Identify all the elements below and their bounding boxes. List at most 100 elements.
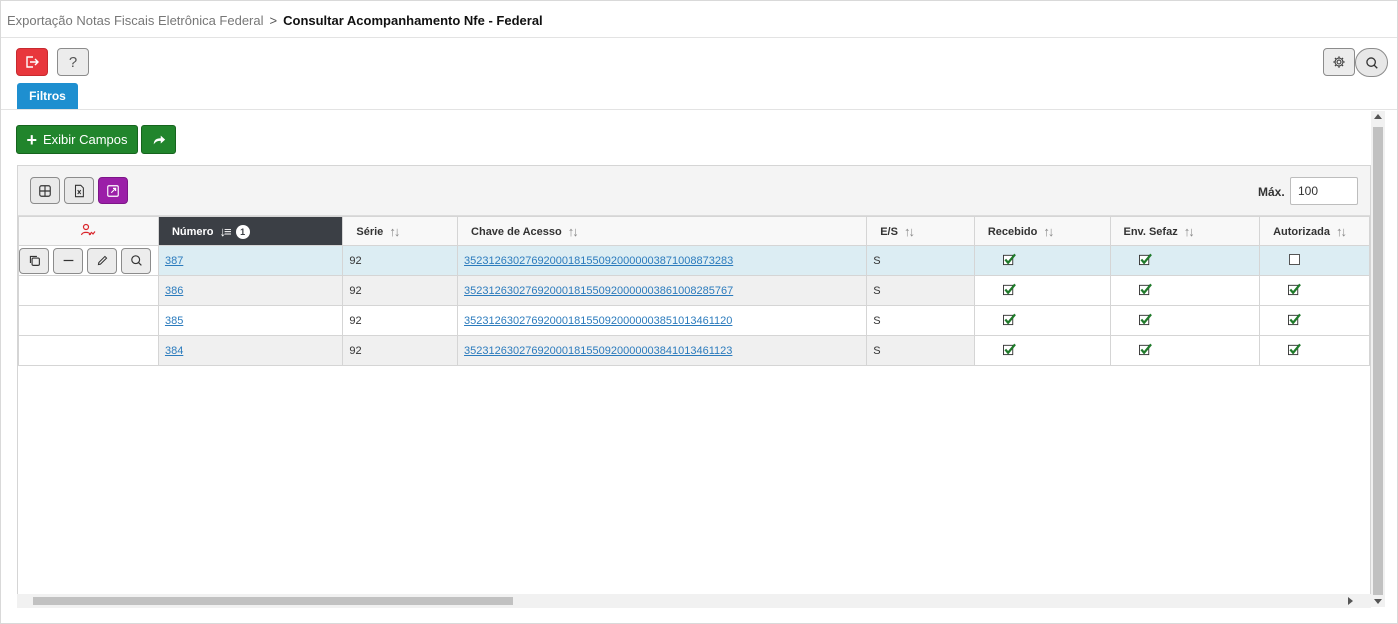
sort-order-badge: 1 bbox=[235, 224, 250, 239]
sort-icon: ↑↓ bbox=[567, 223, 579, 239]
cell-chave: 3523126302769200018155092000000387100887… bbox=[457, 245, 868, 276]
sort-desc-icon: ↓≡ bbox=[219, 223, 232, 239]
column-label: Recebido bbox=[987, 225, 1038, 238]
copy-button[interactable] bbox=[19, 247, 49, 274]
exibir-campos-button[interactable]: + Exibir Campos bbox=[16, 125, 138, 154]
cell-es: S bbox=[866, 275, 975, 306]
env-sefaz-checkbox[interactable] bbox=[1138, 253, 1152, 269]
expand-button[interactable] bbox=[98, 177, 128, 204]
app-frame: Exportação Notas Fiscais Eletrônica Fede… bbox=[0, 0, 1398, 624]
scroll-right-icon[interactable] bbox=[1348, 597, 1353, 605]
magnifier-icon bbox=[130, 255, 142, 266]
cell-env-sefaz bbox=[1109, 245, 1261, 276]
numero-link[interactable]: 387 bbox=[165, 255, 183, 267]
chave-link[interactable]: 3523126302769200018155092000000387100887… bbox=[464, 255, 733, 267]
vertical-scrollbar[interactable] bbox=[1371, 111, 1385, 607]
table-header-row: Número ↓≡ 1 Série ↑↓ Chave de Acesso ↑↓ E/S ↑… bbox=[18, 216, 1370, 246]
cell-env-sefaz bbox=[1109, 275, 1261, 306]
chave-link[interactable]: 3523126302769200018155092000000385101346… bbox=[464, 315, 732, 327]
excel-file-icon bbox=[74, 184, 84, 197]
cell-es: S bbox=[866, 245, 975, 276]
unchecked-icon bbox=[1289, 253, 1301, 265]
chave-link[interactable]: 3523126302769200018155092000000384101346… bbox=[464, 345, 732, 357]
column-label: Série bbox=[356, 225, 384, 238]
export-excel-button[interactable] bbox=[64, 177, 94, 204]
autorizada-checkbox[interactable] bbox=[1288, 283, 1302, 299]
checked-icon bbox=[1288, 283, 1302, 295]
column-header-chave[interactable]: Chave de Acesso ↑↓ bbox=[457, 216, 868, 246]
minus-icon bbox=[63, 259, 73, 262]
max-rows-input[interactable] bbox=[1290, 177, 1358, 205]
cell-serie: 92 bbox=[342, 245, 459, 276]
chave-link[interactable]: 3523126302769200018155092000000386100828… bbox=[464, 285, 733, 297]
table-row[interactable]: 385 92 352312630276920001815509200000038… bbox=[18, 305, 1370, 336]
checked-icon bbox=[1002, 313, 1016, 325]
column-header-autorizada[interactable]: Autorizada ↑↓ bbox=[1259, 216, 1370, 246]
env-sefaz-checkbox[interactable] bbox=[1138, 343, 1152, 359]
breadcrumb-separator: > bbox=[269, 13, 278, 28]
checked-icon bbox=[1138, 343, 1152, 355]
row-actions-cell bbox=[18, 275, 159, 306]
column-label: E/S bbox=[880, 225, 898, 238]
gear-icon bbox=[1333, 56, 1345, 68]
recebido-checkbox[interactable] bbox=[1002, 343, 1016, 359]
column-header-env-sefaz[interactable]: Env. Sefaz ↑↓ bbox=[1109, 216, 1261, 246]
column-label: Autorizada bbox=[1273, 225, 1330, 238]
remove-button[interactable] bbox=[53, 247, 83, 274]
pencil-icon bbox=[97, 255, 107, 266]
checked-icon bbox=[1138, 313, 1152, 325]
cell-serie: 92 bbox=[342, 275, 459, 306]
search-icon bbox=[1365, 56, 1378, 69]
column-header-recebido[interactable]: Recebido ↑↓ bbox=[973, 216, 1111, 246]
cell-env-sefaz bbox=[1109, 335, 1261, 366]
cell-autorizada bbox=[1259, 275, 1370, 306]
search-button[interactable] bbox=[1355, 48, 1388, 77]
scroll-up-icon[interactable] bbox=[1374, 114, 1382, 119]
column-header-serie[interactable]: Série ↑↓ bbox=[342, 216, 459, 246]
numero-link[interactable]: 384 bbox=[165, 345, 183, 357]
autorizada-checkbox[interactable] bbox=[1288, 313, 1302, 329]
horizontal-scroll-thumb[interactable] bbox=[33, 597, 513, 605]
recebido-checkbox[interactable] bbox=[1002, 313, 1016, 329]
results-table: Número ↓≡ 1 Série ↑↓ Chave de Acesso ↑↓ E/S ↑… bbox=[18, 216, 1370, 366]
horizontal-scrollbar[interactable] bbox=[17, 594, 1371, 608]
table-row[interactable]: 387 92 352312630276920001815509200000038… bbox=[18, 245, 1370, 276]
autorizada-checkbox[interactable] bbox=[1288, 253, 1301, 268]
edit-button[interactable] bbox=[87, 247, 117, 274]
logout-icon bbox=[26, 56, 39, 68]
exit-button[interactable] bbox=[16, 48, 48, 76]
copy-icon bbox=[29, 255, 40, 266]
cell-recebido bbox=[973, 335, 1111, 366]
recebido-checkbox[interactable] bbox=[1002, 253, 1016, 269]
view-button[interactable] bbox=[121, 247, 151, 274]
checked-icon bbox=[1002, 253, 1016, 265]
tab-filtros[interactable]: Filtros bbox=[17, 83, 78, 109]
checked-icon bbox=[1288, 343, 1302, 355]
vertical-scroll-thumb[interactable] bbox=[1373, 127, 1383, 595]
table-row[interactable]: 384 92 352312630276920001815509200000038… bbox=[18, 335, 1370, 366]
settings-button[interactable] bbox=[1323, 48, 1355, 76]
cell-numero: 384 bbox=[157, 335, 344, 366]
recebido-checkbox[interactable] bbox=[1002, 283, 1016, 299]
checked-icon bbox=[1138, 253, 1152, 265]
numero-link[interactable]: 385 bbox=[165, 315, 183, 327]
breadcrumb-current: Consultar Acompanhamento Nfe - Federal bbox=[283, 13, 543, 28]
env-sefaz-checkbox[interactable] bbox=[1138, 283, 1152, 299]
numero-link[interactable]: 386 bbox=[165, 285, 183, 297]
data-grid: Máx. 100 Número ↓≡ 1 Série ↑↓ Chave de A… bbox=[17, 165, 1371, 601]
column-header-numero[interactable]: Número ↓≡ 1 bbox=[157, 216, 344, 246]
table-row[interactable]: 386 92 352312630276920001815509200000038… bbox=[18, 275, 1370, 306]
cell-numero: 387 bbox=[157, 245, 344, 276]
share-button[interactable] bbox=[141, 125, 176, 154]
scroll-down-icon[interactable] bbox=[1374, 599, 1382, 604]
cell-recebido bbox=[973, 305, 1111, 336]
breadcrumb-parent[interactable]: Exportação Notas Fiscais Eletrônica Fede… bbox=[7, 13, 264, 28]
autorizada-checkbox[interactable] bbox=[1288, 343, 1302, 359]
help-button[interactable]: ? bbox=[57, 48, 89, 76]
columns-button[interactable] bbox=[30, 177, 60, 204]
cell-recebido bbox=[973, 275, 1111, 306]
cell-chave: 3523126302769200018155092000000385101346… bbox=[457, 305, 868, 336]
env-sefaz-checkbox[interactable] bbox=[1138, 313, 1152, 329]
sort-icon: ↑↓ bbox=[903, 223, 915, 239]
column-header-es[interactable]: E/S ↑↓ bbox=[866, 216, 975, 246]
